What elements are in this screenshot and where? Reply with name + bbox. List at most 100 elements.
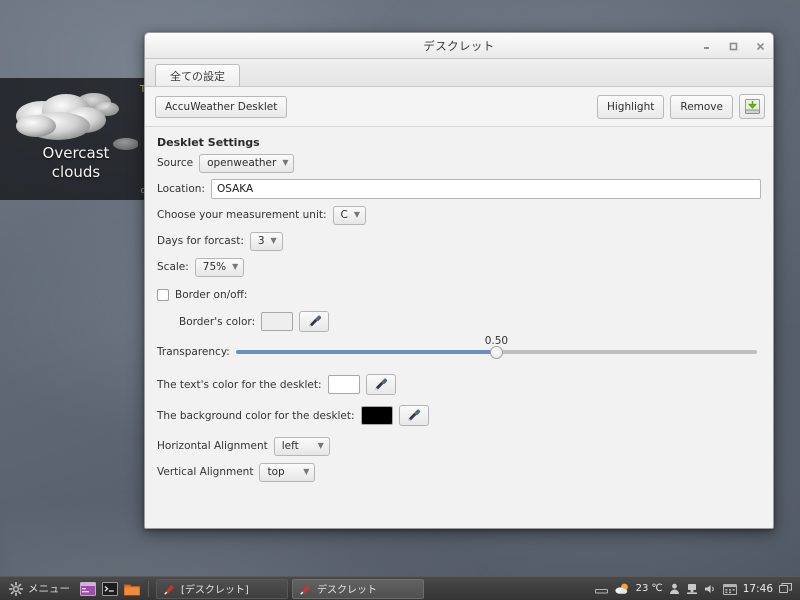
file-manager-icon — [124, 584, 140, 595]
scale-label: Scale: — [157, 261, 189, 273]
horizontal-alignment-select[interactable]: left ▼ — [273, 436, 330, 456]
weather-tray-icon[interactable] — [614, 582, 630, 596]
chevron-down-icon: ▼ — [303, 467, 310, 476]
install-desklet-icon — [744, 99, 760, 114]
transparency-slider[interactable]: 0.50 — [235, 335, 757, 359]
location-row: Location: OSAKA — [157, 179, 761, 199]
file-manager-launcher[interactable] — [123, 580, 141, 598]
unit-label: Choose your measurement unit: — [157, 209, 327, 221]
transparency-row: Transparency: 0.50 — [157, 335, 761, 362]
task-window-1[interactable]: [デスクレット] — [156, 578, 288, 599]
text-color-label: The text's color for the desklet: — [157, 378, 322, 391]
system-tray: 23 ℃ 17:46 — [594, 582, 796, 596]
transparency-label: Transparency: — [157, 346, 230, 358]
remove-button[interactable]: Remove — [670, 94, 733, 119]
tray-clock[interactable]: 17:46 — [743, 583, 773, 595]
calendar-tray-icon[interactable] — [722, 583, 737, 595]
eyedropper-icon — [408, 409, 421, 421]
menu-button[interactable]: メニュー — [4, 578, 75, 600]
window-title: デスクレット — [423, 38, 495, 53]
chevron-down-icon: ▼ — [282, 158, 289, 167]
transparency-slider-fill — [235, 350, 497, 354]
desklet-settings-window[interactable]: デスクレット 全ての設定 AccuWeather Desklet Highlig… — [144, 32, 774, 529]
eyedropper-icon — [375, 378, 388, 390]
desklet-condition-line1: Overcast — [42, 144, 110, 162]
background-color-swatch[interactable] — [360, 406, 393, 425]
days-select[interactable]: 3 ▼ — [249, 231, 283, 251]
transparency-slider-thumb[interactable] — [489, 345, 503, 359]
keyboard-tray-icon[interactable] — [594, 584, 608, 594]
horizontal-alignment-row: Horizontal Alignment left ▼ — [157, 436, 761, 456]
background-color-label: The background color for the desklet: — [157, 409, 355, 422]
scale-row: Scale: 75% ▼ — [157, 257, 761, 277]
highlight-button[interactable]: Highlight — [596, 94, 665, 119]
unit-select[interactable]: C ▼ — [332, 205, 367, 225]
chevron-down-icon: ▼ — [317, 441, 324, 450]
desklet-name-button[interactable]: AccuWeather Desklet — [155, 95, 288, 118]
gear-icon — [9, 581, 23, 596]
task-window-1-label: [デスクレット] — [181, 585, 249, 596]
taskbar-separator — [148, 580, 149, 597]
unit-row: Choose your measurement unit: C ▼ — [157, 205, 761, 225]
desklet-header-row: AccuWeather Desklet Highlight Remove — [145, 87, 773, 127]
vertical-alignment-value: top — [267, 466, 285, 478]
close-icon[interactable] — [754, 40, 767, 53]
user-tray-icon[interactable] — [669, 583, 680, 595]
location-input[interactable]: OSAKA — [210, 179, 761, 199]
install-desklet-button[interactable] — [739, 94, 765, 119]
task-window-2-label: デスクレット — [317, 585, 377, 596]
menu-label: メニュー — [28, 583, 70, 595]
vertical-alignment-label: Vertical Alignment — [157, 466, 254, 478]
background-color-row: The background color for the desklet: — [157, 405, 761, 426]
vertical-alignment-select[interactable]: top ▼ — [259, 462, 316, 482]
source-select[interactable]: openweather ▼ — [199, 153, 295, 173]
scale-select[interactable]: 75% ▼ — [194, 257, 245, 277]
desklet-app-icon — [164, 585, 174, 595]
source-label: Source — [157, 157, 194, 169]
days-label: Days for forcast: — [157, 235, 244, 247]
days-value: 3 — [257, 235, 265, 247]
border-color-picker-button[interactable] — [299, 311, 330, 332]
eyedropper-icon — [309, 315, 321, 327]
border-toggle-row: Border on/off: — [157, 285, 761, 305]
chevron-down-icon: ▼ — [270, 236, 277, 245]
border-toggle-checkbox[interactable] — [157, 289, 169, 301]
horizontal-alignment-label: Horizontal Alignment — [157, 440, 268, 452]
tab-all-settings[interactable]: 全ての設定 — [155, 64, 240, 86]
border-color-swatch[interactable] — [261, 312, 294, 331]
border-color-label: Border's color: — [179, 315, 256, 328]
border-color-row: Border's color: — [179, 311, 761, 332]
text-color-picker-button[interactable] — [365, 374, 396, 395]
maximize-icon[interactable] — [727, 40, 740, 53]
network-tray-icon[interactable] — [686, 583, 698, 595]
chevron-down-icon: ▼ — [232, 262, 239, 271]
unit-value: C — [340, 209, 348, 221]
background-color-picker-button[interactable] — [398, 405, 429, 426]
tab-strip: 全ての設定 — [145, 59, 773, 87]
source-row: Source openweather ▼ — [157, 153, 761, 173]
weather-desklet[interactable]: T Overcast clouds o — [0, 78, 152, 200]
settings-group-title: Desklet Settings — [157, 136, 260, 149]
tray-temperature: 23 ℃ — [635, 583, 663, 594]
chevron-down-icon: ▼ — [353, 210, 361, 219]
desklet-condition-label: Overcast clouds — [0, 144, 152, 182]
show-desktop-icon — [80, 581, 96, 596]
volume-tray-icon[interactable] — [704, 583, 717, 595]
settings-panel: Desklet Settings Source openweather ▼ Lo… — [145, 127, 773, 528]
text-color-swatch[interactable] — [327, 375, 360, 394]
workspace-switcher-icon[interactable] — [779, 583, 792, 594]
minimize-icon[interactable] — [700, 40, 713, 53]
horizontal-alignment-value: left — [281, 440, 299, 452]
task-window-2[interactable]: デスクレット — [292, 578, 424, 599]
show-desktop-launcher[interactable] — [79, 580, 97, 598]
terminal-launcher[interactable] — [101, 580, 119, 598]
vertical-alignment-row: Vertical Alignment top ▼ — [157, 462, 761, 482]
source-value: openweather — [207, 157, 277, 169]
text-color-row: The text's color for the desklet: — [157, 374, 761, 395]
desklet-app-icon — [300, 585, 310, 595]
taskbar: メニュー [デスクレット] デスクレット 23 ℃ 17:46 — [0, 576, 800, 600]
transparency-value: 0.50 — [484, 335, 509, 347]
location-label: Location: — [157, 183, 205, 195]
days-row: Days for forcast: 3 ▼ — [157, 231, 761, 251]
window-titlebar[interactable]: デスクレット — [145, 33, 773, 59]
